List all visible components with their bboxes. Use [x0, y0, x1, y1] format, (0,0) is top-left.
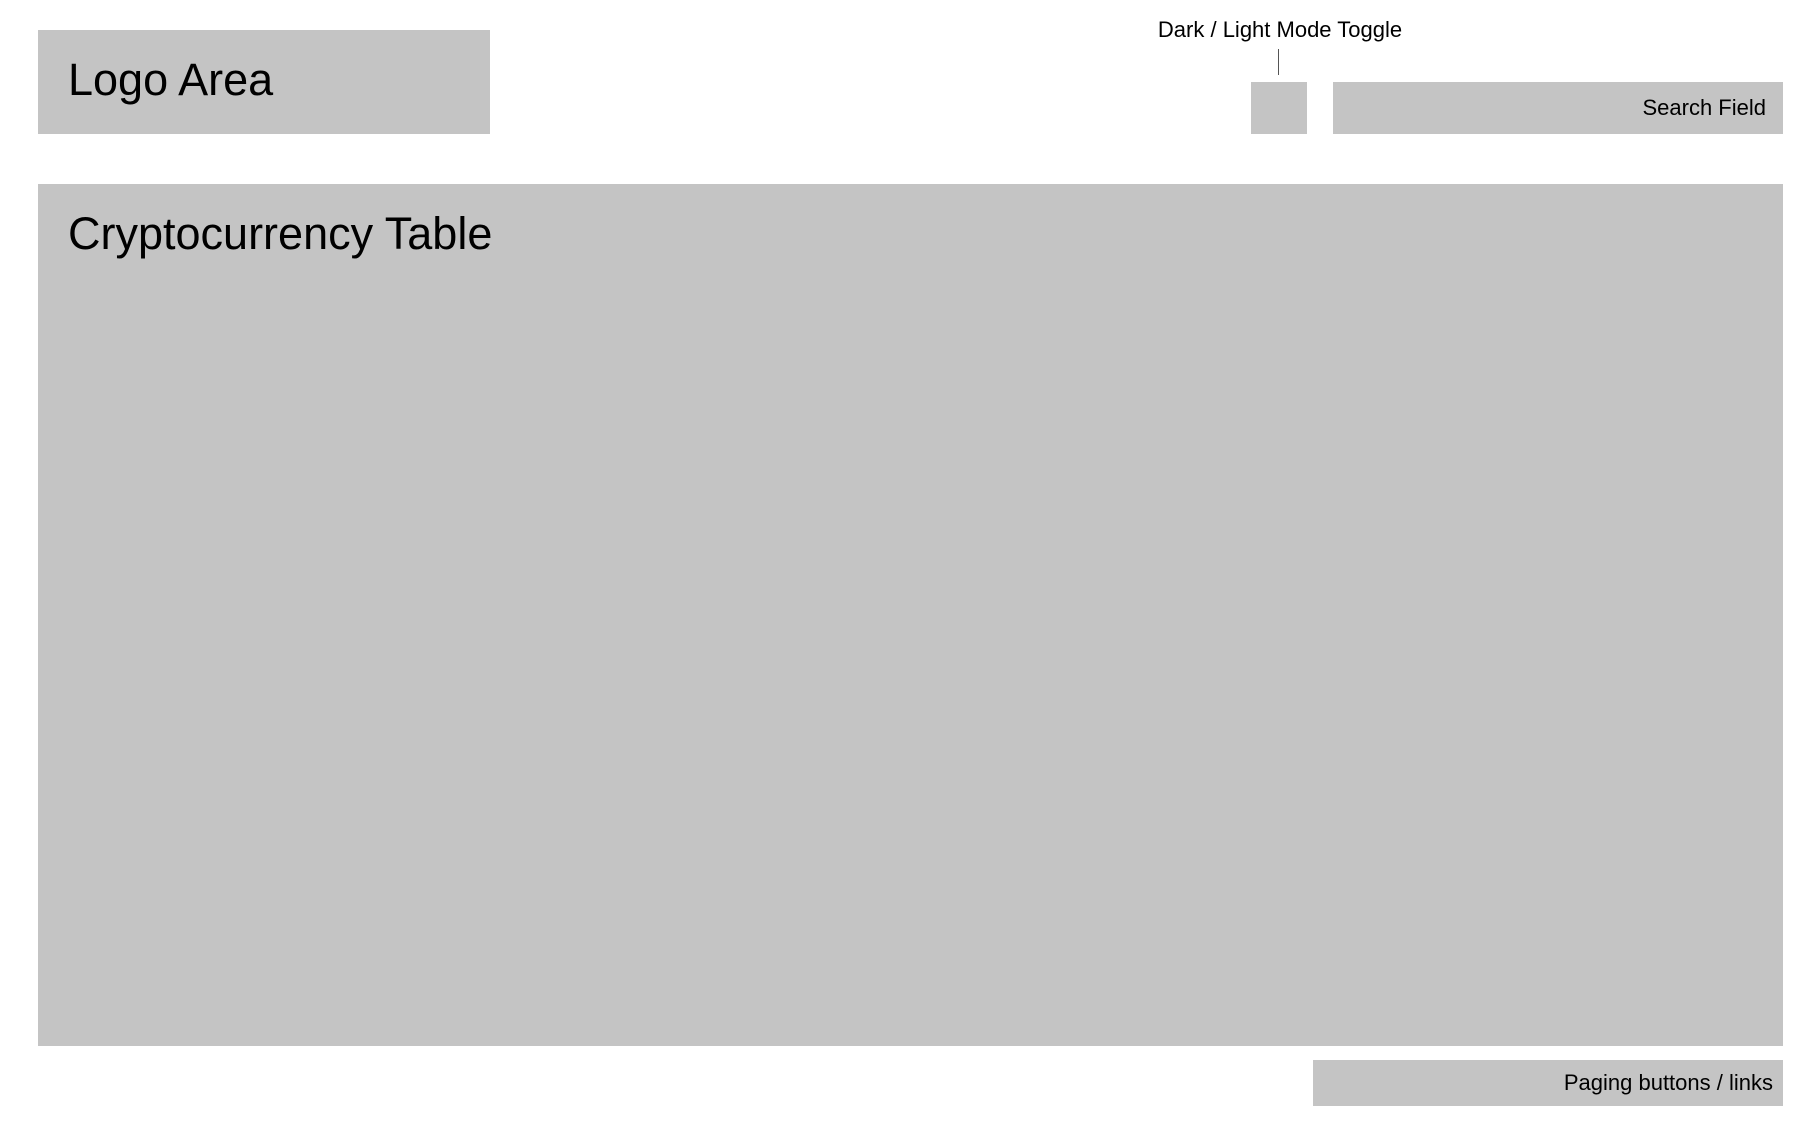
table-title: Cryptocurrency Table — [68, 208, 493, 259]
logo-label: Logo Area — [68, 54, 274, 105]
dark-light-mode-toggle[interactable] — [1251, 82, 1307, 134]
logo-area[interactable]: Logo Area — [38, 30, 490, 134]
toggle-connector-line — [1278, 49, 1279, 75]
cryptocurrency-table[interactable]: Cryptocurrency Table — [38, 184, 1783, 1046]
paging-label: Paging buttons / links — [1563, 1070, 1773, 1095]
toggle-caption: Dark / Light Mode Toggle — [1157, 17, 1403, 42]
paging-controls[interactable]: Paging buttons / links — [1313, 1060, 1783, 1106]
search-input[interactable] — [1333, 82, 1783, 134]
page: Logo Area Dark / Light Mode Toggle Crypt… — [0, 0, 1817, 1123]
